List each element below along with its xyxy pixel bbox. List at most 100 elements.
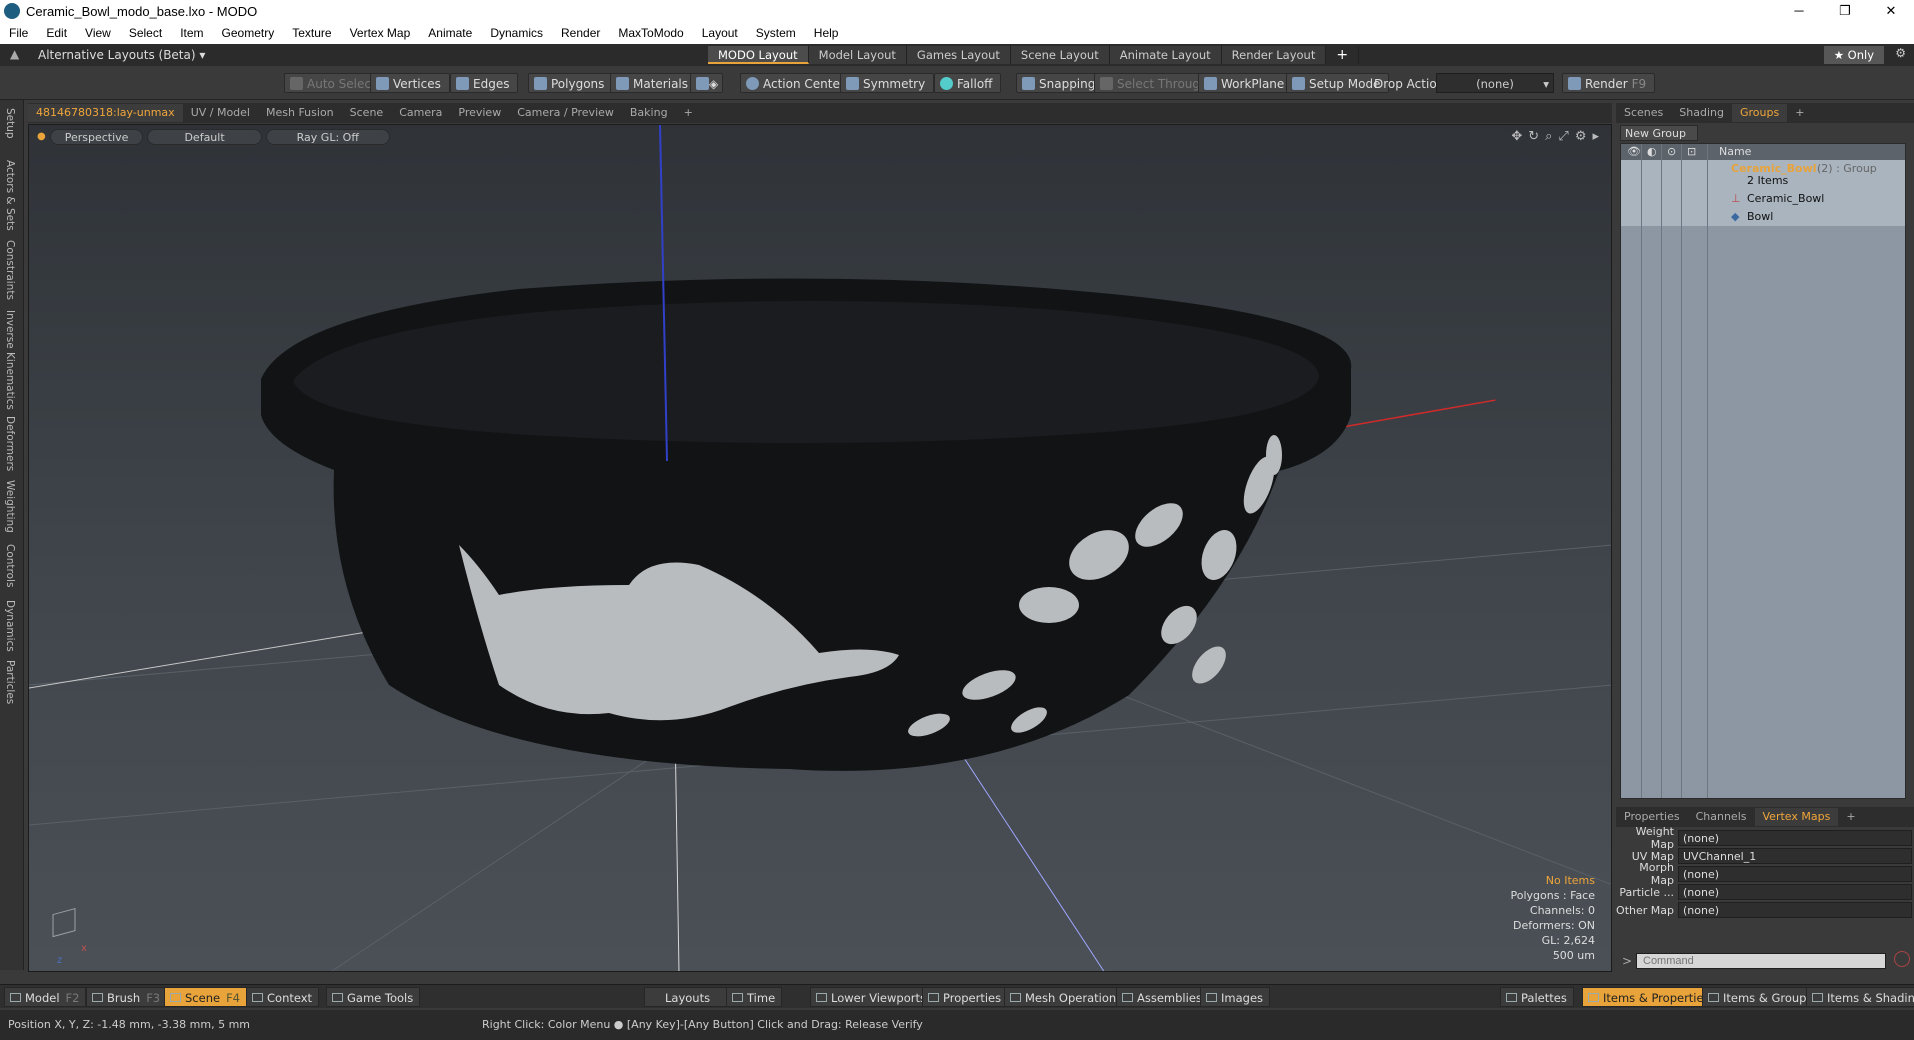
scene-button[interactable]: Scene F4: [164, 987, 247, 1007]
fit-icon[interactable]: ⤢: [1558, 129, 1568, 144]
menu-layout[interactable]: Layout: [693, 26, 747, 40]
images-button[interactable]: Images: [1200, 987, 1271, 1007]
layouts-button[interactable]: Layouts: [644, 987, 732, 1007]
tab-camera[interactable]: Camera: [391, 104, 450, 122]
add-panel-tab-button[interactable]: +: [1787, 104, 1812, 122]
group-row-ceramic-bowl[interactable]: Ceramic_Bowl (2) : Group 2 Items: [1621, 160, 1905, 190]
shading-default-dropdown[interactable]: Default: [147, 129, 262, 145]
menu-texture[interactable]: Texture: [283, 26, 340, 40]
tab-preview[interactable]: Preview: [450, 104, 509, 122]
vtab-controls[interactable]: Controls: [4, 544, 16, 587]
zoom-icon[interactable]: ⌕: [1545, 129, 1552, 144]
brush-button[interactable]: Brush F3: [86, 987, 168, 1007]
alternative-layouts-dropdown[interactable]: Alternative Layouts (Beta) ▾: [38, 48, 205, 62]
vtab-inverse-kinematics[interactable]: Inverse Kinematics: [4, 310, 16, 410]
menu-animate[interactable]: Animate: [419, 26, 481, 40]
polygons-button[interactable]: Polygons: [528, 73, 614, 93]
menu-edit[interactable]: Edit: [37, 26, 76, 40]
tab-channels[interactable]: Channels: [1688, 808, 1755, 826]
command-record-icon[interactable]: [1894, 951, 1910, 967]
raygl-toggle[interactable]: Ray GL: Off: [265, 129, 390, 145]
tab-modo-layout[interactable]: MODO Layout: [708, 46, 809, 64]
menu-dynamics[interactable]: Dynamics: [481, 26, 552, 40]
vtab-weighting[interactable]: Weighting: [4, 480, 16, 533]
tab-baking[interactable]: Baking: [622, 104, 676, 122]
particle-select[interactable]: (none): [1678, 884, 1912, 900]
items-groups-button[interactable]: Items & Groups: [1702, 987, 1820, 1007]
menu-file[interactable]: File: [0, 26, 37, 40]
tab-scenes[interactable]: Scenes: [1616, 104, 1671, 122]
menu-view[interactable]: View: [76, 26, 120, 40]
uv-map-select[interactable]: UVChannel_1: [1678, 848, 1912, 864]
menu-system[interactable]: System: [747, 26, 805, 40]
tab-model-layout[interactable]: Model Layout: [808, 46, 907, 64]
select-icon[interactable]: ⊡: [1687, 144, 1696, 160]
tab-mesh-fusion[interactable]: Mesh Fusion: [258, 104, 342, 122]
vtab-actors-sets[interactable]: Actors & Sets: [4, 160, 16, 231]
symmetry-button[interactable]: Symmetry: [840, 73, 935, 93]
tab-scene-layout[interactable]: Scene Layout: [1010, 46, 1110, 64]
time-button[interactable]: Time: [726, 987, 783, 1007]
vertices-button[interactable]: Vertices: [370, 73, 450, 93]
other-map-select[interactable]: (none): [1678, 902, 1912, 918]
tab-shading[interactable]: Shading: [1671, 104, 1732, 122]
falloff-button[interactable]: Falloff: [934, 73, 1002, 93]
tab-scene[interactable]: Scene: [342, 104, 392, 122]
mesh-operations-button[interactable]: Mesh Operations: [1004, 987, 1130, 1007]
new-group-button[interactable]: New Group: [1620, 125, 1698, 141]
close-button[interactable]: ✕: [1868, 0, 1914, 22]
add-props-tab-button[interactable]: +: [1838, 808, 1863, 826]
menu-render[interactable]: Render: [552, 26, 609, 40]
menu-maxtomodo[interactable]: MaxToModo: [609, 26, 692, 40]
tab-camera-preview[interactable]: Camera / Preview: [509, 104, 622, 122]
vtab-particles[interactable]: Particles: [4, 660, 16, 704]
lower-viewports-button[interactable]: Lower Viewports: [810, 987, 933, 1007]
workplane-button[interactable]: WorkPlane: [1198, 73, 1294, 93]
list-item[interactable]: ◆ Bowl: [1621, 208, 1905, 226]
vtab-deformers[interactable]: Deformers: [4, 416, 16, 471]
lock-icon[interactable]: ⊙: [1667, 144, 1676, 160]
drop-action-select[interactable]: (none) ▾: [1436, 73, 1554, 93]
restore-button[interactable]: ❐: [1822, 0, 1868, 22]
viewport-gear-icon[interactable]: ⚙: [1575, 129, 1587, 144]
palettes-button[interactable]: Palettes: [1500, 987, 1574, 1007]
vtab-dynamics[interactable]: Dynamics: [4, 600, 16, 652]
snapping-button[interactable]: Snapping: [1016, 73, 1105, 93]
visibility-eye-icon[interactable]: 👁: [1627, 144, 1641, 160]
viewport-menu-arrow-icon[interactable]: ▸: [1592, 129, 1599, 144]
items-properties-button[interactable]: Items & Properties: [1582, 987, 1717, 1007]
game-tools-button[interactable]: Game Tools: [326, 987, 421, 1007]
tab-groups[interactable]: Groups: [1731, 104, 1788, 122]
only-button[interactable]: ★ Only: [1823, 46, 1884, 64]
tab-lay-unmax[interactable]: 48146780318:lay-unmax: [28, 104, 183, 122]
add-viewport-tab-button[interactable]: +: [676, 104, 701, 122]
model-button[interactable]: Model F2: [4, 987, 87, 1007]
vtab-setup[interactable]: Setup: [4, 108, 16, 139]
vtab-constraints[interactable]: Constraints: [4, 240, 16, 300]
expand-up-icon[interactable]: ▲: [10, 47, 19, 61]
tab-properties[interactable]: Properties: [1616, 808, 1688, 826]
tab-vertex-maps[interactable]: Vertex Maps: [1754, 808, 1839, 826]
action-center-button[interactable]: Action Center: [740, 73, 854, 93]
properties-button[interactable]: Properties: [922, 987, 1009, 1007]
materials-button[interactable]: Materials: [610, 73, 698, 93]
tab-animate-layout[interactable]: Animate Layout: [1109, 46, 1222, 64]
context-button[interactable]: Context: [246, 987, 320, 1007]
command-input[interactable]: [1636, 953, 1886, 969]
morph-map-select[interactable]: (none): [1678, 866, 1912, 882]
assemblies-button[interactable]: Assemblies: [1116, 987, 1209, 1007]
menu-geometry[interactable]: Geometry: [213, 26, 284, 40]
tab-games-layout[interactable]: Games Layout: [906, 46, 1011, 64]
menu-help[interactable]: Help: [805, 26, 848, 40]
viewport-dot-icon[interactable]: ●: [37, 129, 46, 145]
select-mode-icons[interactable]: ◈: [690, 73, 724, 93]
3d-viewport[interactable]: x z ● Perspective Default Ray GL: Off ✥ …: [28, 124, 1612, 972]
render-toggle-icon[interactable]: ◐: [1647, 144, 1657, 160]
menu-select[interactable]: Select: [120, 26, 171, 40]
menu-vertex-map[interactable]: Vertex Map: [341, 26, 420, 40]
edges-button[interactable]: Edges: [450, 73, 519, 93]
pan-icon[interactable]: ✥: [1511, 129, 1522, 144]
menu-item[interactable]: Item: [171, 26, 212, 40]
tab-render-layout[interactable]: Render Layout: [1221, 46, 1327, 64]
perspective-dropdown[interactable]: Perspective: [49, 129, 144, 145]
